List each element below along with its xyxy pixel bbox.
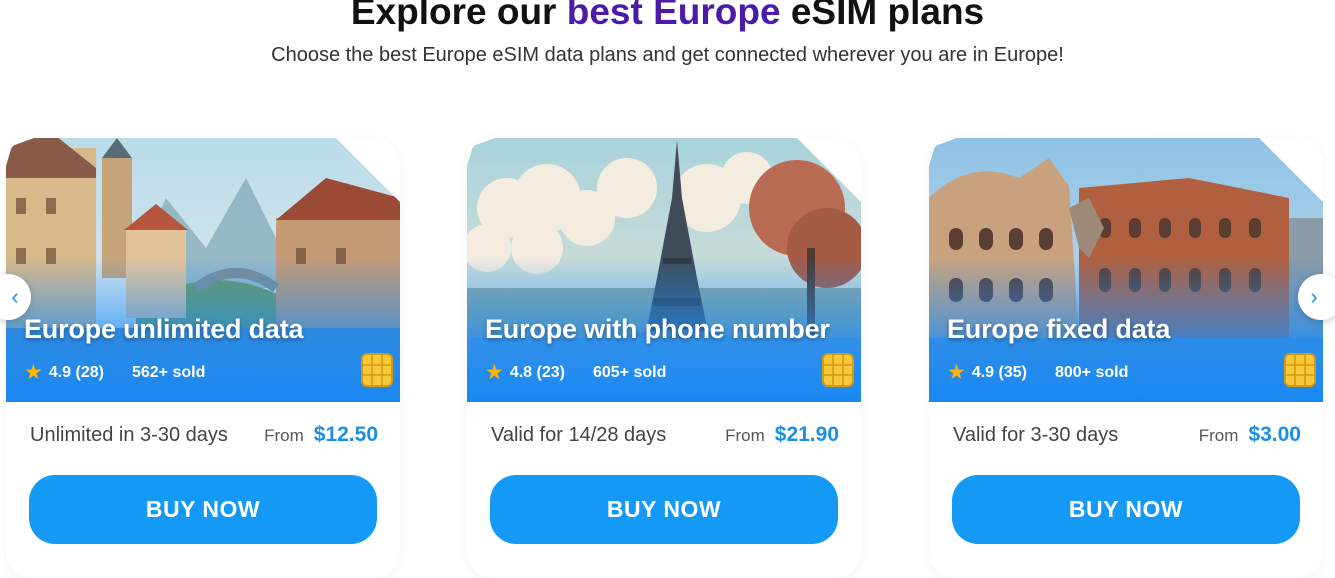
plan-card-fixed-data[interactable]: Europe fixed data ★ 4.9 (35) 800+ sold V… — [929, 138, 1323, 578]
plan-title: Europe with phone number — [485, 314, 830, 344]
page-subtitle: Choose the best Europe eSIM data plans a… — [271, 44, 1064, 66]
plan-validity: Valid for 14/28 days — [491, 424, 667, 446]
star-icon: ★ — [485, 361, 504, 384]
plan-rating: 4.9 (28) — [48, 364, 104, 381]
plan-validity: Unlimited in 3-30 days — [30, 424, 228, 446]
star-icon: ★ — [24, 361, 43, 384]
price-value: $3.00 — [1248, 423, 1301, 446]
price-from-label: From — [725, 426, 765, 445]
plan-rating: 4.9 (35) — [971, 364, 1027, 381]
plan-price: From $21.90 — [725, 423, 839, 447]
plan-meta: ★ 4.8 (23) 605+ sold — [485, 362, 666, 384]
price-value: $12.50 — [313, 423, 378, 446]
plan-card-phone-number[interactable]: Europe with phone number ★ 4.8 (23) 605+… — [467, 138, 861, 578]
price-value: $21.90 — [774, 423, 839, 446]
plan-price: From $3.00 — [1199, 423, 1301, 447]
buy-now-button[interactable]: BUY NOW — [952, 475, 1300, 544]
page-heading: Explore our best Europe eSIM plans — [0, 0, 1335, 36]
heading-part-1: Explore our — [350, 0, 557, 32]
plan-sold-count: 605+ sold — [592, 364, 667, 381]
plan-price: From $12.50 — [264, 423, 378, 447]
chevron-right-icon: › — [1310, 284, 1318, 309]
price-from-label: From — [1198, 426, 1239, 445]
sim-chip-icon — [822, 353, 854, 387]
sim-chip-icon — [361, 353, 393, 387]
sim-chip-icon — [1284, 353, 1316, 387]
plan-sold-count: 800+ sold — [1054, 364, 1129, 381]
heading-part-2: eSIM plans — [790, 0, 985, 32]
plan-rating: 4.8 (23) — [509, 364, 565, 381]
plan-sold-count: 562+ sold — [131, 364, 206, 381]
plan-card-unlimited[interactable]: Europe unlimited data ★ 4.9 (28) 562+ so… — [6, 138, 400, 578]
price-from-label: From — [264, 426, 304, 445]
star-icon: ★ — [947, 361, 966, 384]
chevron-left-icon: ‹ — [11, 284, 19, 309]
plan-title: Europe unlimited data — [24, 314, 304, 344]
plan-title: Europe fixed data — [947, 314, 1171, 344]
plan-meta: ★ 4.9 (28) 562+ sold — [24, 362, 205, 384]
buy-now-button[interactable]: BUY NOW — [29, 475, 377, 544]
plan-validity: Valid for 3-30 days — [953, 424, 1119, 446]
buy-now-button[interactable]: BUY NOW — [490, 475, 838, 544]
plan-meta: ★ 4.9 (35) 800+ sold — [947, 362, 1128, 384]
heading-accent: best Europe — [566, 0, 781, 32]
